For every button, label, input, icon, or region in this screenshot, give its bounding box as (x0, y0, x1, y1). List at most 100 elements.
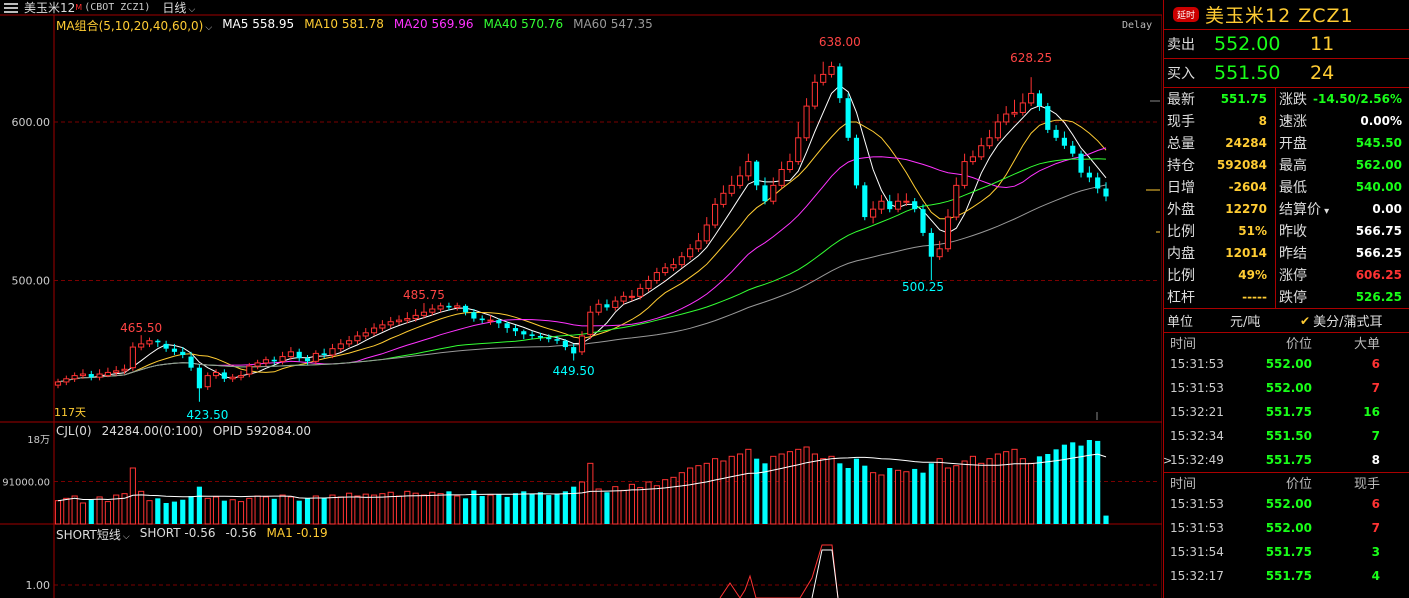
candle-body (1003, 113, 1010, 123)
instrument-code: (CBOT ZCZ1) (84, 2, 151, 13)
candle-body (537, 335, 543, 338)
volume-indicator-name[interactable]: CJL(0) (56, 424, 92, 438)
candle-body (953, 184, 960, 218)
volume-bar (720, 460, 727, 525)
volume-bar (604, 492, 610, 524)
candle-body (736, 175, 744, 186)
volume-bar (395, 495, 403, 525)
candle-body (1053, 129, 1059, 138)
candle-body (546, 337, 552, 340)
candle-body (811, 81, 818, 107)
tick-row: >15:32:49 551.75 8 (1163, 448, 1409, 472)
ask-label: 卖出 (1167, 37, 1195, 53)
quote-label: 昨收 (1279, 224, 1307, 240)
volume-bar (870, 472, 877, 525)
candle-body (262, 359, 270, 364)
volume-bar (496, 494, 502, 524)
chevron-down-icon[interactable]: ▾ (1321, 206, 1329, 217)
ma-combo-selector[interactable]: MA组合(5,10,20,40,60,0) ⌵ (56, 17, 212, 33)
candle-body (820, 73, 827, 83)
short-indicator-name[interactable]: SHORT短线 ⌵ (56, 526, 130, 542)
volume-bar (180, 499, 186, 524)
volume-indicator-values: 24284.00(0:100) (101, 424, 203, 438)
tick-volume: 7 (1371, 429, 1380, 443)
candle-body (745, 161, 752, 177)
candle-body (720, 192, 727, 205)
volume-bar (978, 462, 985, 525)
chevron-down-icon: ⌵ (205, 23, 213, 33)
volume-bar (828, 455, 835, 525)
volume-bar (104, 501, 111, 525)
short-legend[interactable]: SHORT短线 ⌵ SHORT -0.56 -0.56 MA1 -0.19 (56, 526, 328, 542)
quote-value: -2604 (1228, 180, 1267, 194)
quote-value: 526.25 (1355, 290, 1402, 304)
chart-toolbar: 美玉米12 M (CBOT ZCZ1) 日线 ⌵ (0, 0, 1162, 15)
ma-legend[interactable]: MA组合(5,10,20,40,60,0) ⌵ MA5 558.95 MA10 581… (56, 17, 653, 33)
bid-row[interactable]: 买入 551.50 24 (1164, 59, 1409, 88)
unit-option[interactable]: ✔ 美分/蒲式耳 (1300, 311, 1382, 331)
candle-body (71, 375, 78, 380)
candle-body (312, 352, 319, 362)
menu-icon[interactable] (4, 2, 18, 13)
candle-body (862, 185, 868, 218)
instrument-name[interactable]: 美玉米12 (24, 0, 75, 16)
quote-field: 昨结 566.25 (1276, 242, 1409, 264)
candle-body (837, 66, 843, 99)
candle-body (936, 248, 943, 258)
candle-body (79, 373, 87, 377)
candles (54, 61, 1109, 402)
short-indicator-line (719, 544, 839, 598)
candle-body (496, 320, 502, 324)
volume-bar (653, 485, 660, 525)
unit-value[interactable]: 元/吨 (1230, 311, 1300, 330)
volume-bar (362, 493, 369, 525)
volume-bar (337, 496, 344, 525)
tick-volume: 7 (1371, 381, 1380, 395)
period-selector[interactable]: 日线 ⌵ (162, 0, 195, 16)
tick-volume: 8 (1371, 453, 1380, 467)
candle-body (96, 373, 103, 378)
candle-body (628, 295, 635, 298)
tick-header: 时间 价位 大单 (1164, 333, 1409, 352)
volume-legend[interactable]: CJL(0) 24284.00(0:100) OPID 592084.00 (56, 424, 311, 438)
quote-label: 内盘 (1167, 246, 1195, 262)
candle-body (986, 137, 993, 147)
volume-bar (246, 497, 253, 525)
volume-bar (620, 489, 627, 525)
candle-body (870, 208, 877, 218)
bid-label: 买入 (1167, 66, 1195, 82)
candle-body (171, 348, 178, 352)
candle-body (63, 378, 70, 383)
volume-bar (920, 472, 926, 524)
candle-body (354, 335, 361, 342)
unit-row: 单位 元/吨 ✔ 美分/蒲式耳 (1164, 309, 1409, 333)
kline-chart[interactable]: 600.00 500.00 18万 91000.00 1.00 465.50 423.50 4… (0, 0, 1162, 598)
bid-price: 551.50 (1214, 62, 1281, 84)
ask-row[interactable]: 卖出 552.00 11 (1164, 30, 1409, 59)
candle-body (1045, 106, 1051, 130)
tick-volume: 4 (1371, 569, 1380, 583)
quote-value: 24284 (1225, 136, 1267, 150)
short-value-2: -0.56 (225, 526, 257, 540)
ma-legend-item: MA10 581.78 (304, 17, 384, 31)
volume-bar (745, 448, 752, 525)
quote-label: 现手 (1167, 114, 1195, 130)
volume-bar (1061, 444, 1067, 524)
tick-row: 15:32:17 551.75 4 (1164, 564, 1409, 588)
quote-field: 最新 551.75 (1164, 88, 1276, 110)
ma-legend-item: MA5 558.95 (222, 17, 295, 31)
volume-bar (894, 469, 902, 525)
candle-body (221, 372, 227, 379)
tick-row: 15:32:34 551.50 7 (1164, 424, 1409, 448)
quote-value: 566.25 (1355, 246, 1402, 260)
quote-label: 日增 (1167, 180, 1195, 196)
volume-bar (96, 496, 103, 525)
tick-volume: 7 (1371, 521, 1380, 535)
candle-body (687, 248, 694, 258)
candle-body (163, 343, 169, 349)
quote-value: 592084 (1216, 158, 1267, 172)
low-annotation: 500.25 (902, 280, 944, 294)
volume-bar (370, 494, 378, 525)
volume-bar (1095, 440, 1101, 524)
tick-time: 15:31:53 (1170, 357, 1224, 371)
